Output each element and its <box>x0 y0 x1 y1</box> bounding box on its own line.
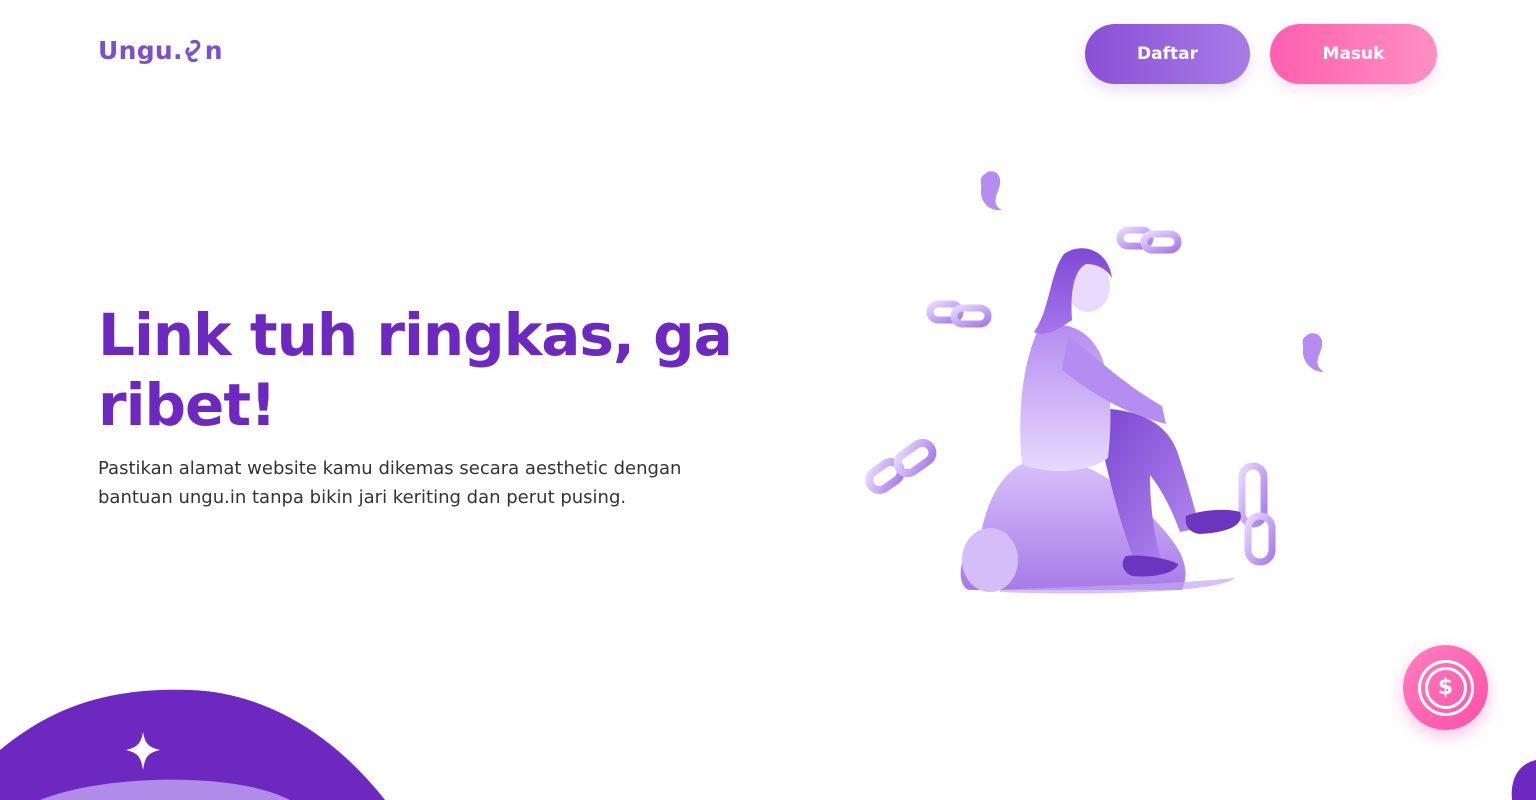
hero-description: Pastikan alamat website kamu dikemas sec… <box>98 458 682 508</box>
bottom-wave-decoration <box>0 689 385 800</box>
corner-decoration <box>1511 760 1536 800</box>
masuk-button[interactable]: Masuk <box>1270 24 1437 84</box>
dollar-coin-icon: $ <box>1417 659 1474 716</box>
chain-link-icon <box>926 300 992 328</box>
chain-link-icon <box>865 438 937 495</box>
dollar-symbol: $ <box>1424 666 1467 709</box>
brand-logo[interactable]: Ungu. n <box>98 36 223 65</box>
navbar: Ungu. n Daftar Masuk <box>0 0 1536 108</box>
daftar-button[interactable]: Daftar <box>1085 24 1250 84</box>
brand-logo-suffix: n <box>204 36 223 65</box>
hero-illustration <box>865 171 1324 594</box>
brand-logo-text: Ungu. <box>98 36 183 65</box>
chain-link-icon <box>1116 226 1182 254</box>
chain-link-icon <box>1238 462 1276 566</box>
hero-title: Link tuh ringkas, ga ribet! <box>98 301 733 439</box>
logo-chain-icon <box>185 39 201 63</box>
heart-icon <box>1302 333 1324 372</box>
dollar-coin-button[interactable]: $ <box>1403 645 1488 730</box>
heart-icon <box>980 171 1002 211</box>
